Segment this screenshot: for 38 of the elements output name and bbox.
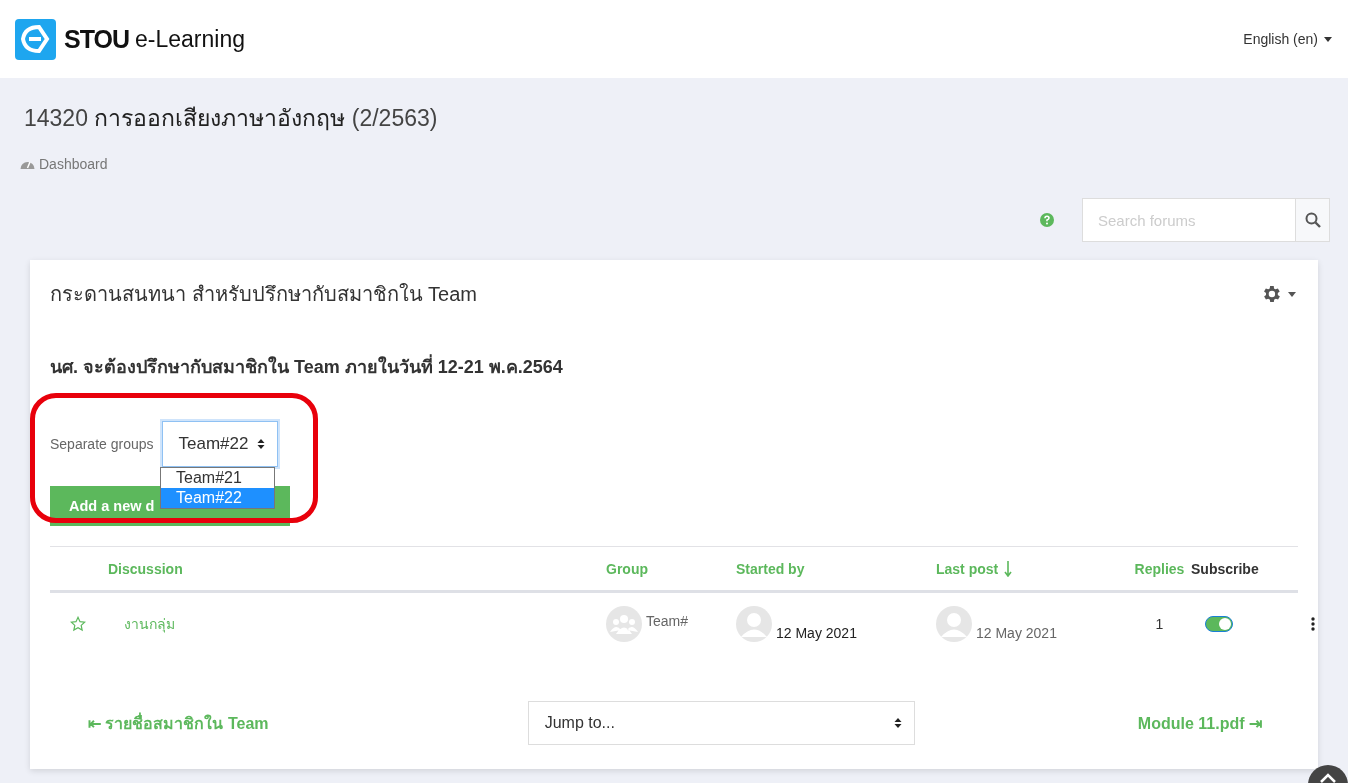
replies-count: 1 <box>1155 616 1164 632</box>
previous-activity-link[interactable]: ⇤ รายชื่อสมาชิกใน Team <box>88 710 269 736</box>
column-header[interactable]: Subscribe <box>1191 560 1311 577</box>
jump-to-select[interactable]: Jump to... <box>527 701 915 745</box>
updown-icon <box>893 717 902 729</box>
logo-subtext: e-Learning <box>135 25 245 53</box>
caret-icon <box>1324 36 1332 42</box>
search-icon <box>1304 212 1321 228</box>
forum-intro: นศ. จะต้องปรึกษากับสมาชิกใน Team ภายในวันที่ 12-21 พ.ค.2564 <box>50 352 1298 381</box>
logo-icon <box>15 18 56 60</box>
forum-title: กระดานสนทนา สำหรับปรึกษากับสมาชิกใน Team <box>50 282 478 307</box>
started-date: 12 May 2021 <box>776 625 857 641</box>
discussion-link[interactable]: งานกลุ่ม <box>124 613 175 635</box>
course-title: 14320 การออกเสียงภาษาอังกฤษ (2/2563) <box>24 104 439 133</box>
group-select[interactable]: Team#22 <box>161 421 278 467</box>
star-icon[interactable] <box>70 616 86 632</box>
chevron-up-icon <box>1320 773 1336 783</box>
next-activity-link[interactable]: Module 11.pdf ⇥ <box>1137 713 1262 733</box>
column-header[interactable]: Discussion <box>108 560 606 577</box>
group-icon <box>606 606 642 642</box>
group-label: Separate groups <box>50 436 154 452</box>
breadcrumb-link[interactable]: Dashboard <box>39 156 108 172</box>
column-header[interactable]: Replies <box>1128 560 1191 577</box>
updown-icon <box>256 438 265 450</box>
logo-text: STOU <box>64 24 129 54</box>
more-options-icon[interactable] <box>1311 617 1315 631</box>
last-poster-avatar <box>936 606 972 642</box>
language-menu[interactable]: English (en) <box>1243 31 1332 47</box>
author-avatar <box>736 606 772 642</box>
group-name: Team# <box>646 613 689 629</box>
subscribe-toggle[interactable] <box>1205 616 1233 632</box>
last-post-date: 12 May 2021 <box>976 625 1057 641</box>
caret-icon <box>1288 291 1296 297</box>
group-option[interactable]: Team#22 <box>161 488 274 508</box>
column-header[interactable]: Group <box>606 560 736 577</box>
search-button[interactable] <box>1295 199 1329 241</box>
column-header[interactable]: Started by <box>736 560 936 577</box>
column-header[interactable]: Last post <box>936 560 1128 577</box>
